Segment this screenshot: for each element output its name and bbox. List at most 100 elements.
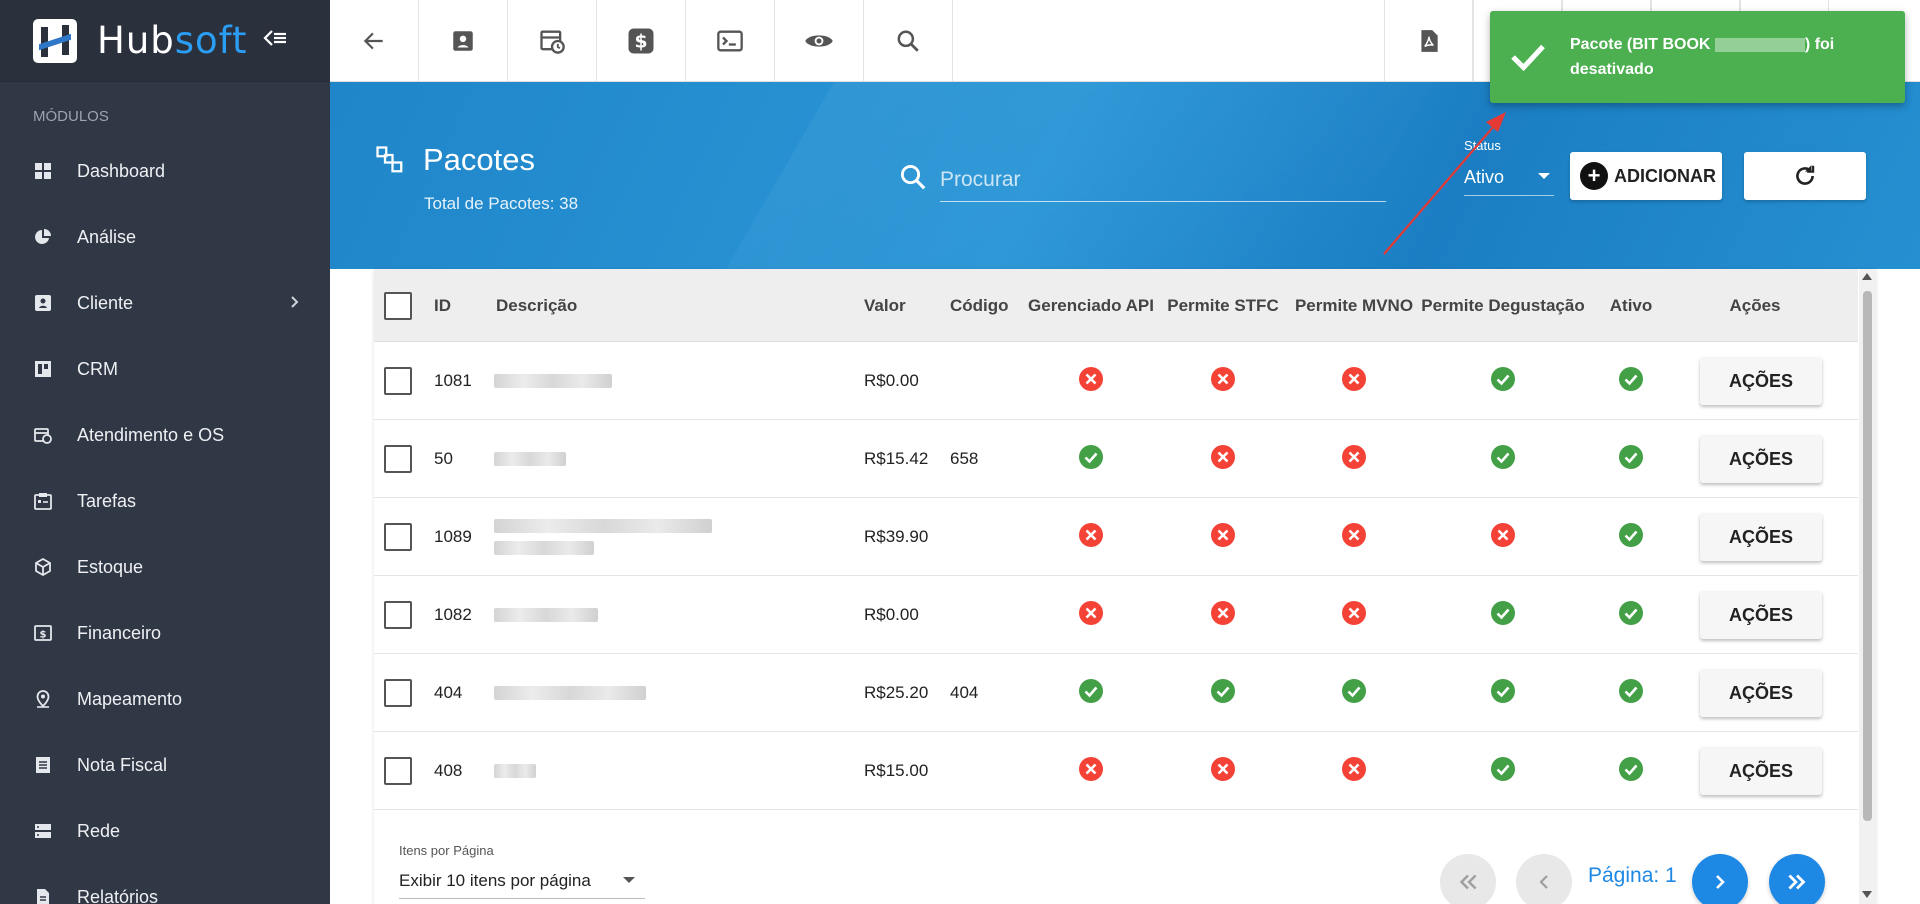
actions-button[interactable]: AÇÕES: [1700, 513, 1822, 561]
row-checkbox[interactable]: [384, 523, 412, 551]
redacted-text: [494, 541, 594, 555]
check-circle-icon: [1490, 678, 1516, 709]
svg-text:$: $: [40, 630, 47, 641]
view-button[interactable]: [775, 0, 864, 82]
search-icon: [897, 30, 919, 52]
x-circle-icon: [1341, 444, 1367, 475]
sidebar-item-rede[interactable]: Rede: [0, 798, 330, 864]
refresh-button[interactable]: [1744, 152, 1866, 200]
row-checkbox[interactable]: [384, 601, 412, 629]
x-circle-icon: [1210, 366, 1236, 397]
package-value: R$39.90: [864, 527, 929, 546]
terminal-button[interactable]: [686, 0, 775, 82]
permits-trial-status: [1420, 732, 1586, 810]
row-checkbox-cell: [384, 576, 412, 654]
sidebar-item-analise[interactable]: Análise: [0, 204, 330, 270]
scroll-up-icon[interactable]: [1862, 273, 1872, 280]
toast-message: Pacote (BIT BOOK ) foi desativado: [1570, 36, 1835, 78]
app-name: Hubsoft: [97, 19, 248, 62]
dollar-icon: $: [628, 28, 654, 54]
select-all-checkbox[interactable]: [384, 291, 412, 320]
collapse-menu-icon[interactable]: [262, 28, 288, 54]
managed-api-status: [1024, 576, 1158, 654]
x-circle-icon: [1341, 600, 1367, 631]
sidebar-item-nota-fiscal[interactable]: Nota Fiscal: [0, 732, 330, 798]
package-id: 1089: [434, 527, 472, 546]
next-page-button[interactable]: [1692, 854, 1748, 904]
items-per-page-value: Exibir 10 itens por página: [399, 870, 591, 890]
actions-button[interactable]: AÇÕES: [1700, 747, 1822, 795]
package-id: 404: [434, 683, 463, 702]
managed-api-status: [1024, 732, 1158, 810]
redacted-text: [494, 608, 598, 622]
actions-button[interactable]: AÇÕES: [1700, 669, 1822, 717]
pdf-button[interactable]: [1384, 0, 1473, 82]
redacted-text: [494, 764, 536, 778]
redacted-text: [494, 519, 712, 533]
sidebar-item-atendimento-e-os[interactable]: Atendimento e OS: [0, 402, 330, 468]
contact-card-icon: [453, 31, 473, 51]
success-toast[interactable]: Pacote (BIT BOOK ) foi desativado: [1490, 11, 1905, 103]
row-checkbox-cell: [384, 342, 412, 420]
back-button[interactable]: [330, 0, 419, 82]
search-button[interactable]: [864, 0, 953, 82]
row-checkbox[interactable]: [384, 445, 412, 473]
check-circle-icon: [1618, 366, 1644, 397]
client-card-button[interactable]: [419, 0, 508, 82]
redacted-text: [494, 686, 646, 700]
total-packages-label: Total de Pacotes: 38: [424, 194, 579, 213]
permits-mvno-status: [1288, 498, 1420, 576]
row-checkbox[interactable]: [384, 757, 412, 785]
x-circle-icon: [1078, 522, 1104, 553]
permits-stfc-status: [1158, 420, 1288, 498]
active-status: [1586, 420, 1676, 498]
row-checkbox[interactable]: [384, 679, 412, 707]
sidebar-item-tarefas[interactable]: Tarefas: [0, 468, 330, 534]
schedule-button[interactable]: [508, 0, 597, 82]
permits-trial-status: [1420, 420, 1586, 498]
check-circle-icon: [1210, 678, 1236, 709]
sidebar-item-label: Estoque: [77, 556, 144, 577]
permits-stfc-status: [1158, 654, 1288, 732]
row-checkbox[interactable]: [384, 367, 412, 395]
scroll-down-icon[interactable]: [1862, 891, 1872, 898]
scroll-thumb[interactable]: [1863, 291, 1872, 821]
sidebar-item-financeiro[interactable]: $ Financeiro: [0, 600, 330, 666]
caret-down-icon: [1538, 173, 1550, 179]
double-chevron-left-icon: [1459, 874, 1477, 890]
actions-button[interactable]: AÇÕES: [1700, 357, 1822, 405]
items-per-page-select[interactable]: Exibir 10 itens por página: [399, 863, 645, 899]
check-circle-icon: [1618, 600, 1644, 631]
sidebar-item-crm[interactable]: CRM: [0, 336, 330, 402]
search-input[interactable]: [940, 158, 1386, 202]
packages-table: ID Descrição Valor Código Gerenciado API Perm…: [374, 269, 1876, 904]
row-checkbox-cell: [384, 732, 412, 810]
package-code: 404: [950, 683, 979, 702]
package-description: [494, 342, 612, 420]
permits-mvno-status: [1288, 732, 1420, 810]
add-package-button[interactable]: + ADICIONAR: [1570, 152, 1722, 200]
sidebar-item-mapeamento[interactable]: Mapeamento: [0, 666, 330, 732]
svg-text:$: $: [634, 31, 647, 52]
last-page-button[interactable]: [1769, 854, 1825, 904]
sidebar-item-cliente[interactable]: Cliente: [0, 270, 330, 336]
previous-page-button[interactable]: [1516, 854, 1572, 904]
finance-button[interactable]: $: [597, 0, 686, 82]
check-icon: [1511, 44, 1545, 72]
check-circle-icon: [1618, 444, 1644, 475]
status-filter-select[interactable]: Ativo: [1464, 160, 1554, 196]
actions-button[interactable]: AÇÕES: [1700, 435, 1822, 483]
column-header: Permite Degustação: [1421, 295, 1585, 315]
permits-stfc-status: [1158, 732, 1288, 810]
first-page-button[interactable]: [1440, 854, 1496, 904]
actions-button[interactable]: AÇÕES: [1700, 591, 1822, 639]
sidebar-item-relatorios[interactable]: Relatórios: [0, 864, 330, 904]
permits-stfc-status: [1158, 498, 1288, 576]
sidebar-item-dashboard[interactable]: Dashboard: [0, 138, 330, 204]
sidebar-item-estoque[interactable]: Estoque: [0, 534, 330, 600]
x-circle-icon: [1078, 600, 1104, 631]
table-scrollbar[interactable]: [1859, 269, 1876, 904]
sidebar-item-label: CRM: [77, 358, 118, 379]
page-title-group: Pacotes: [375, 142, 535, 178]
sidebar-item-label: Relatórios: [77, 886, 159, 904]
